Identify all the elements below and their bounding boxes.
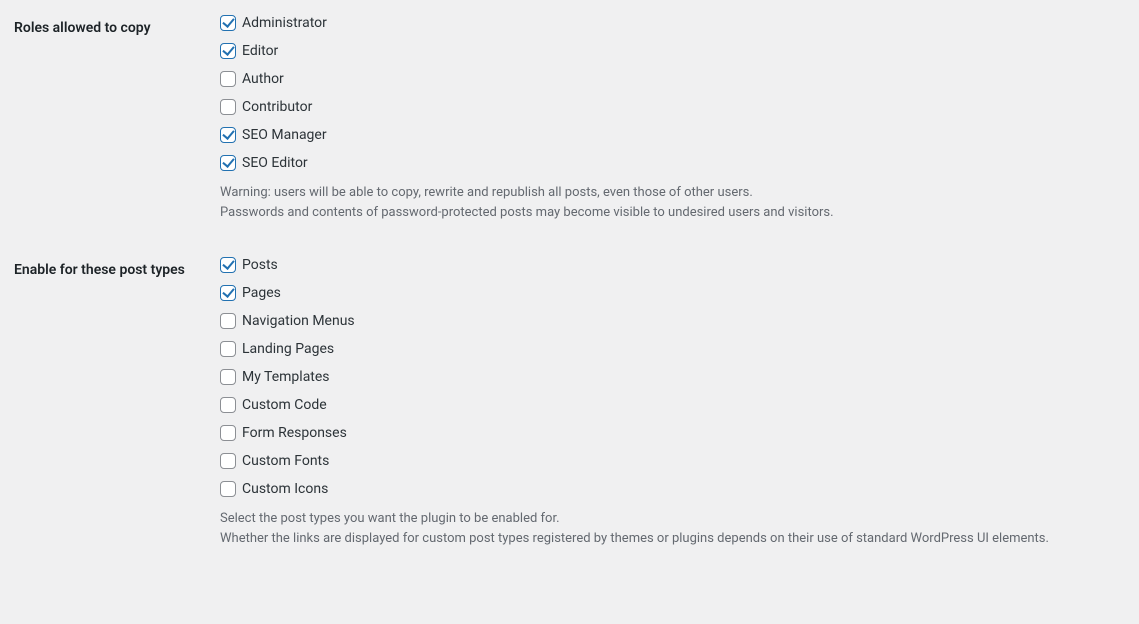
post-type-checkbox-my-templates[interactable]: [220, 369, 236, 385]
post-type-label-pages: Pages: [242, 285, 281, 301]
post-types-description: Select the post types you want the plugi…: [220, 509, 1129, 548]
settings-table: Roles allowed to copy Administrator Edito…: [0, 0, 1139, 568]
post-type-checkbox-navigation-menus[interactable]: [220, 313, 236, 329]
post-type-checkbox-custom-icons[interactable]: [220, 481, 236, 497]
role-option-contributor[interactable]: Contributor: [220, 99, 1129, 115]
role-checkbox-editor[interactable]: [220, 43, 236, 59]
role-label-seo-editor: SEO Editor: [242, 155, 308, 171]
post-type-option-custom-fonts[interactable]: Custom Fonts: [220, 453, 1129, 469]
post-type-label-posts: Posts: [242, 257, 278, 273]
post-type-option-pages[interactable]: Pages: [220, 285, 1129, 301]
post-types-cell: Posts Pages Navigation Menus Landing Pages M…: [220, 242, 1139, 568]
roles-description: Warning: users will be able to copy, rew…: [220, 183, 1129, 222]
post-type-checkbox-landing-pages[interactable]: [220, 341, 236, 357]
post-type-label-my-templates: My Templates: [242, 369, 330, 385]
role-checkbox-author[interactable]: [220, 71, 236, 87]
role-option-author[interactable]: Author: [220, 71, 1129, 87]
post-type-option-form-responses[interactable]: Form Responses: [220, 425, 1129, 441]
post-type-option-my-templates[interactable]: My Templates: [220, 369, 1129, 385]
roles-desc-line1: Warning: users will be able to copy, rew…: [220, 185, 753, 200]
post-type-label-form-responses: Form Responses: [242, 425, 347, 441]
role-label-administrator: Administrator: [242, 15, 327, 31]
post-type-checkbox-posts[interactable]: [220, 257, 236, 273]
role-label-author: Author: [242, 71, 284, 87]
post-type-label-custom-fonts: Custom Fonts: [242, 453, 329, 469]
role-label-editor: Editor: [242, 43, 278, 59]
role-label-contributor: Contributor: [242, 99, 312, 115]
roles-checkbox-group: Administrator Editor Author Contributor SEO …: [220, 15, 1129, 171]
role-checkbox-seo-editor[interactable]: [220, 155, 236, 171]
roles-heading: Roles allowed to copy: [0, 0, 220, 242]
role-option-administrator[interactable]: Administrator: [220, 15, 1129, 31]
post-type-label-navigation-menus: Navigation Menus: [242, 313, 355, 329]
roles-desc-line2: Passwords and contents of password-prote…: [220, 205, 834, 220]
post-type-label-custom-icons: Custom Icons: [242, 481, 328, 497]
post-types-desc-line1: Select the post types you want the plugi…: [220, 511, 560, 526]
post-types-checkbox-group: Posts Pages Navigation Menus Landing Pages M…: [220, 257, 1129, 497]
post-type-checkbox-custom-code[interactable]: [220, 397, 236, 413]
post-type-option-custom-code[interactable]: Custom Code: [220, 397, 1129, 413]
post-type-option-navigation-menus[interactable]: Navigation Menus: [220, 313, 1129, 329]
post-types-desc-line2: Whether the links are displayed for cust…: [220, 531, 1049, 546]
role-label-seo-manager: SEO Manager: [242, 127, 327, 143]
roles-cell: Administrator Editor Author Contributor SEO …: [220, 0, 1139, 242]
post-type-option-custom-icons[interactable]: Custom Icons: [220, 481, 1129, 497]
post-type-label-custom-code: Custom Code: [242, 397, 327, 413]
role-checkbox-contributor[interactable]: [220, 99, 236, 115]
role-checkbox-administrator[interactable]: [220, 15, 236, 31]
post-type-option-landing-pages[interactable]: Landing Pages: [220, 341, 1129, 357]
post-type-checkbox-custom-fonts[interactable]: [220, 453, 236, 469]
role-checkbox-seo-manager[interactable]: [220, 127, 236, 143]
role-option-editor[interactable]: Editor: [220, 43, 1129, 59]
post-type-label-landing-pages: Landing Pages: [242, 341, 334, 357]
post-type-checkbox-pages[interactable]: [220, 285, 236, 301]
role-option-seo-editor[interactable]: SEO Editor: [220, 155, 1129, 171]
post-types-heading: Enable for these post types: [0, 242, 220, 568]
role-option-seo-manager[interactable]: SEO Manager: [220, 127, 1129, 143]
post-type-checkbox-form-responses[interactable]: [220, 425, 236, 441]
post-type-option-posts[interactable]: Posts: [220, 257, 1129, 273]
